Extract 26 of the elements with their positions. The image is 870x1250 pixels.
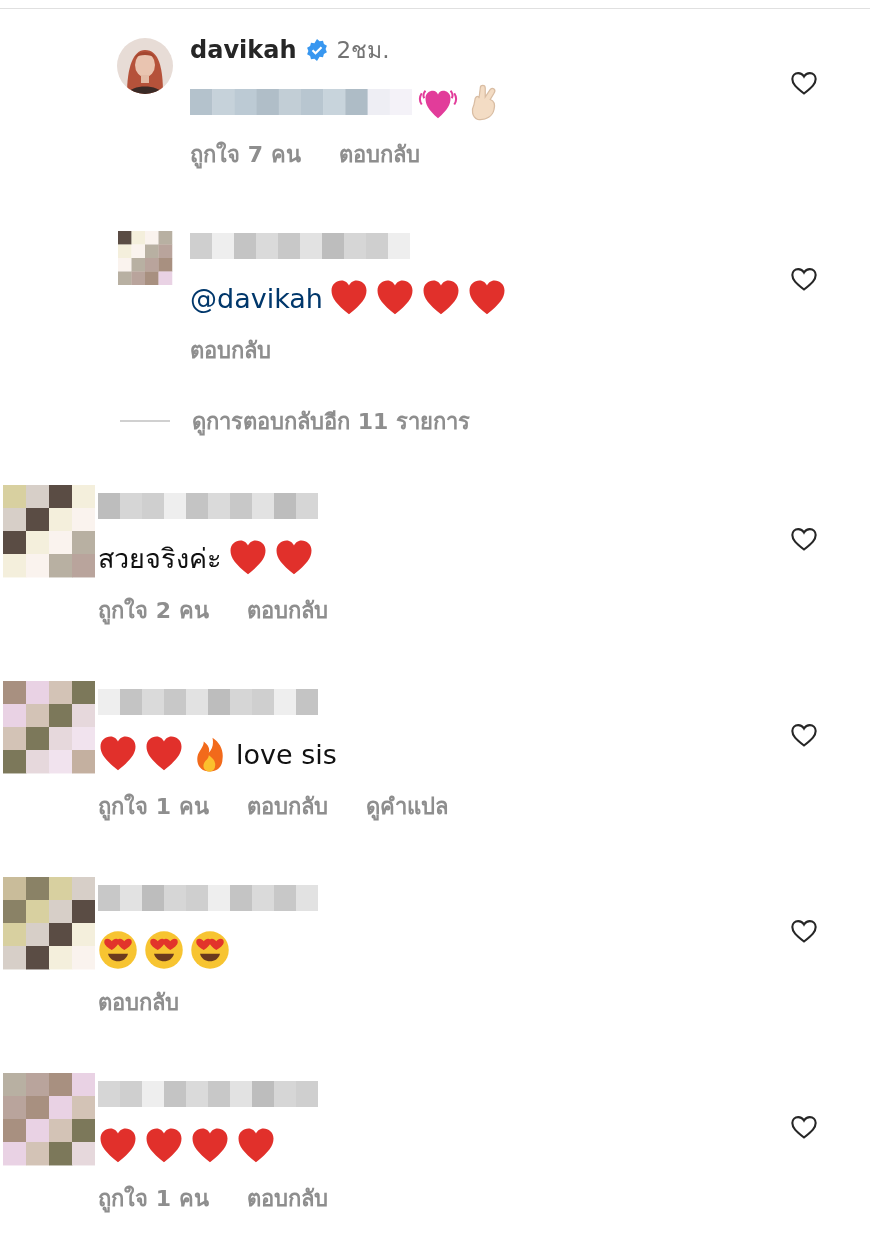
comment-action-link[interactable]: ถูกใจ 7 คน: [190, 137, 301, 172]
like-icon[interactable]: [790, 1113, 818, 1141]
comment-action-link[interactable]: ถูกใจ 2 คน: [98, 593, 209, 628]
comment-text: love sis: [236, 738, 337, 770]
comment-time: 2ชม.: [336, 36, 390, 65]
smiley-icon: [98, 930, 138, 970]
username[interactable]: davikah: [190, 36, 297, 64]
like-icon[interactable]: [790, 721, 818, 749]
comment-action-link[interactable]: ตอบกลับ: [246, 1181, 328, 1216]
view-more-replies-link[interactable]: ดูการตอบกลับอีก 11 รายการ: [192, 403, 470, 439]
like-icon[interactable]: [790, 69, 818, 97]
comment-text: สวยจริงค่ะ: [98, 541, 222, 576]
comment-action-link[interactable]: ตอบกลับ: [190, 333, 271, 368]
like-icon[interactable]: [790, 917, 818, 945]
comment-action-link[interactable]: ตอบกลับ: [98, 985, 179, 1020]
comment-action-link[interactable]: ถูกใจ 1 คน: [98, 1181, 209, 1216]
comment-action-link[interactable]: ตอบกลับ: [338, 137, 420, 172]
comment-action-link[interactable]: ตอบกลับ: [246, 593, 328, 628]
smiley-icon: [144, 930, 184, 970]
comment-action-link[interactable]: ตอบกลับ: [246, 789, 328, 824]
smiley-icon: [190, 930, 230, 970]
like-icon[interactable]: [790, 525, 818, 553]
comment-action-link[interactable]: ถูกใจ 1 คน: [98, 789, 209, 824]
comment-action-link[interactable]: ดูคำแปล: [365, 789, 448, 824]
mention-link[interactable]: @davikah: [190, 282, 323, 314]
like-icon[interactable]: [790, 265, 818, 293]
